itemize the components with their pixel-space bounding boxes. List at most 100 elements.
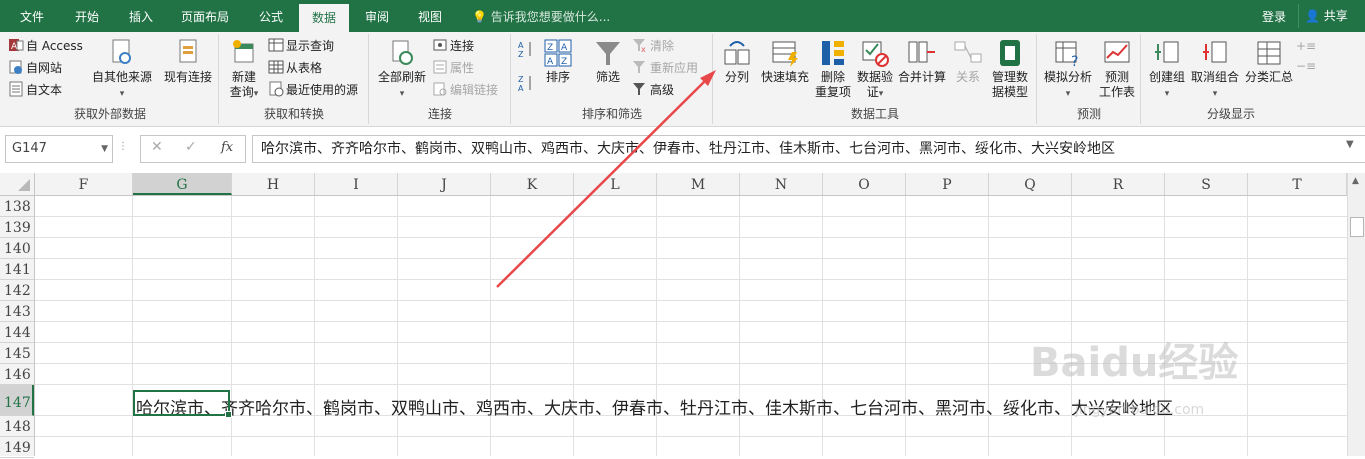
baidu-watermark: Baidu经验 <box>1030 340 1239 386</box>
tab-formulas[interactable]: 公式 <box>244 0 298 32</box>
group-get-and-transform: 新建 查询▾ 显示查询 从表格 最近使用的源 获取和转换 <box>220 34 369 124</box>
column-header-T[interactable]: T <box>1248 173 1347 195</box>
tab-file[interactable]: 文件 <box>4 0 60 32</box>
link-icon <box>432 81 448 97</box>
reapply-button[interactable]: 重新应用 <box>632 58 698 78</box>
consolidate-icon <box>907 38 937 68</box>
svg-text:?: ? <box>1071 54 1078 68</box>
edit-links-button[interactable]: 编辑链接 <box>432 80 498 100</box>
show-detail-button[interactable]: +≡ <box>1296 36 1316 56</box>
column-header-L[interactable]: L <box>574 173 657 195</box>
tab-view[interactable]: 视图 <box>405 0 455 32</box>
confirm-icon[interactable]: ✓ <box>185 139 197 155</box>
tab-page-layout[interactable]: 页面布局 <box>170 0 240 32</box>
active-cell-G147[interactable] <box>133 390 232 418</box>
existing-connections-button[interactable]: 现有连接 <box>160 38 216 85</box>
row-header-143[interactable]: 143 <box>0 301 34 322</box>
text-to-columns-button[interactable]: 分列 <box>718 38 756 85</box>
refresh-icon <box>387 38 417 68</box>
remove-duplicates-button[interactable]: 删除 重复项 <box>812 38 854 100</box>
row-header-149[interactable]: 149 <box>0 437 34 458</box>
subtotal-button[interactable]: 分类汇总 <box>1242 38 1296 85</box>
column-header-M[interactable]: M <box>657 173 740 195</box>
scroll-up-icon[interactable]: ▲ <box>1352 176 1359 186</box>
data-validation-button[interactable]: 数据验 证▾ <box>854 38 896 102</box>
hide-detail-button[interactable]: −≡ <box>1296 56 1316 76</box>
row-header-141[interactable]: 141 <box>0 259 34 280</box>
sort-az-button[interactable]: AZ <box>518 40 536 60</box>
tab-home[interactable]: 开始 <box>62 0 112 32</box>
connections-button[interactable]: 连接 <box>432 36 474 56</box>
name-box[interactable]: G147 ▼ <box>5 135 113 163</box>
formula-input[interactable]: 哈尔滨市、齐齐哈尔市、鹤岗市、双鸭山市、鸡西市、大庆市、伊春市、牡丹江市、佳木斯… <box>252 135 1365 163</box>
tell-me-box[interactable]: 💡 告诉我您想要做什么... <box>472 0 610 32</box>
tab-insert[interactable]: 插入 <box>114 0 168 32</box>
svg-text:A: A <box>561 43 568 53</box>
group-label-outline: 分级显示 <box>1206 107 1255 121</box>
properties-button[interactable]: 属性 <box>432 58 474 78</box>
login-link[interactable]: 登录 <box>1262 0 1286 34</box>
column-header-N[interactable]: N <box>740 173 823 195</box>
new-query-button[interactable]: 新建 查询▾ <box>224 38 264 102</box>
column-header-S[interactable]: S <box>1165 173 1248 195</box>
group-data-tools: 分列 快速填充 删除 重复项 数据验 证▾ 合并计算 关系 管理数 据模型 数据工具 <box>714 34 1037 124</box>
scroll-thumb[interactable] <box>1350 217 1364 237</box>
expand-formula-icon[interactable]: ▼ <box>1346 139 1354 150</box>
recent-sources-button[interactable]: 最近使用的源 <box>268 80 358 100</box>
row-header-144[interactable]: 144 <box>0 322 34 343</box>
column-header-R[interactable]: R <box>1072 173 1165 195</box>
tab-data[interactable]: 数据 <box>299 4 349 32</box>
from-other-sources-button[interactable]: 自其他来源 ▾ <box>90 38 154 102</box>
sort-button[interactable]: ZAAZ 排序 <box>540 38 576 85</box>
row-header-138[interactable]: 138 <box>0 196 34 217</box>
forecast-sheet-button[interactable]: 预测 工作表 <box>1096 38 1138 100</box>
column-header-O[interactable]: O <box>823 173 906 195</box>
show-queries-button[interactable]: 显示查询 <box>268 36 334 56</box>
ungroup-button[interactable]: 取消组合 ▾ <box>1188 38 1242 102</box>
from-access-button[interactable]: A自 Access <box>8 36 83 56</box>
svg-text:A: A <box>518 84 524 93</box>
sort-za-button[interactable]: ZA <box>518 74 536 94</box>
vertical-scrollbar[interactable]: ▲ <box>1347 173 1365 456</box>
advanced-filter-button[interactable]: 高级 <box>632 80 674 100</box>
column-header-Q[interactable]: Q <box>989 173 1072 195</box>
group-button[interactable]: 创建组 ▾ <box>1144 38 1190 102</box>
from-text-button[interactable]: 自文本 <box>8 80 62 100</box>
filter-button[interactable]: 筛选 <box>590 38 626 85</box>
fill-handle[interactable] <box>225 411 232 418</box>
row-header-147[interactable]: 147 <box>0 385 34 416</box>
from-table-button[interactable]: 从表格 <box>268 58 322 78</box>
group-label-connections: 连接 <box>427 107 452 121</box>
relationships-button[interactable]: 关系 <box>948 38 988 85</box>
tab-review[interactable]: 审阅 <box>352 0 402 32</box>
insert-function-icon[interactable]: fx <box>221 140 233 155</box>
refresh-all-button[interactable]: 全部刷新 ▾ <box>374 38 430 102</box>
select-all-corner[interactable] <box>0 173 35 195</box>
clear-filter-button[interactable]: x 清除 <box>632 36 674 56</box>
column-header-G[interactable]: G <box>133 173 232 195</box>
column-header-K[interactable]: K <box>491 173 574 195</box>
row-header-145[interactable]: 145 <box>0 343 34 364</box>
manage-data-model-button[interactable]: 管理数 据模型 <box>988 38 1032 100</box>
chevron-down-icon[interactable]: ▼ <box>101 136 108 162</box>
column-header-F[interactable]: F <box>35 173 133 195</box>
column-header-P[interactable]: P <box>906 173 989 195</box>
row-header-148[interactable]: 148 <box>0 416 34 437</box>
share-button[interactable]: 👤 共享 <box>1298 4 1359 28</box>
what-if-icon: ? <box>1053 38 1083 70</box>
what-if-analysis-button[interactable]: ? 模拟分析 ▾ <box>1040 38 1096 102</box>
column-header-H[interactable]: H <box>232 173 315 195</box>
flash-fill-button[interactable]: 快速填充 <box>758 38 812 85</box>
drag-handle-icon[interactable]: ⋮ <box>118 141 128 152</box>
row-header-146[interactable]: 146 <box>0 364 34 385</box>
column-header-I[interactable]: I <box>315 173 398 195</box>
new-query-icon <box>229 38 259 68</box>
row-header-142[interactable]: 142 <box>0 280 34 301</box>
existing-connections-icon <box>173 38 203 68</box>
cancel-icon[interactable]: ✕ <box>151 139 163 155</box>
row-header-139[interactable]: 139 <box>0 217 34 238</box>
column-header-J[interactable]: J <box>398 173 491 195</box>
consolidate-button[interactable]: 合并计算 <box>896 38 948 85</box>
row-header-140[interactable]: 140 <box>0 238 34 259</box>
from-web-button[interactable]: 自网站 <box>8 58 62 78</box>
